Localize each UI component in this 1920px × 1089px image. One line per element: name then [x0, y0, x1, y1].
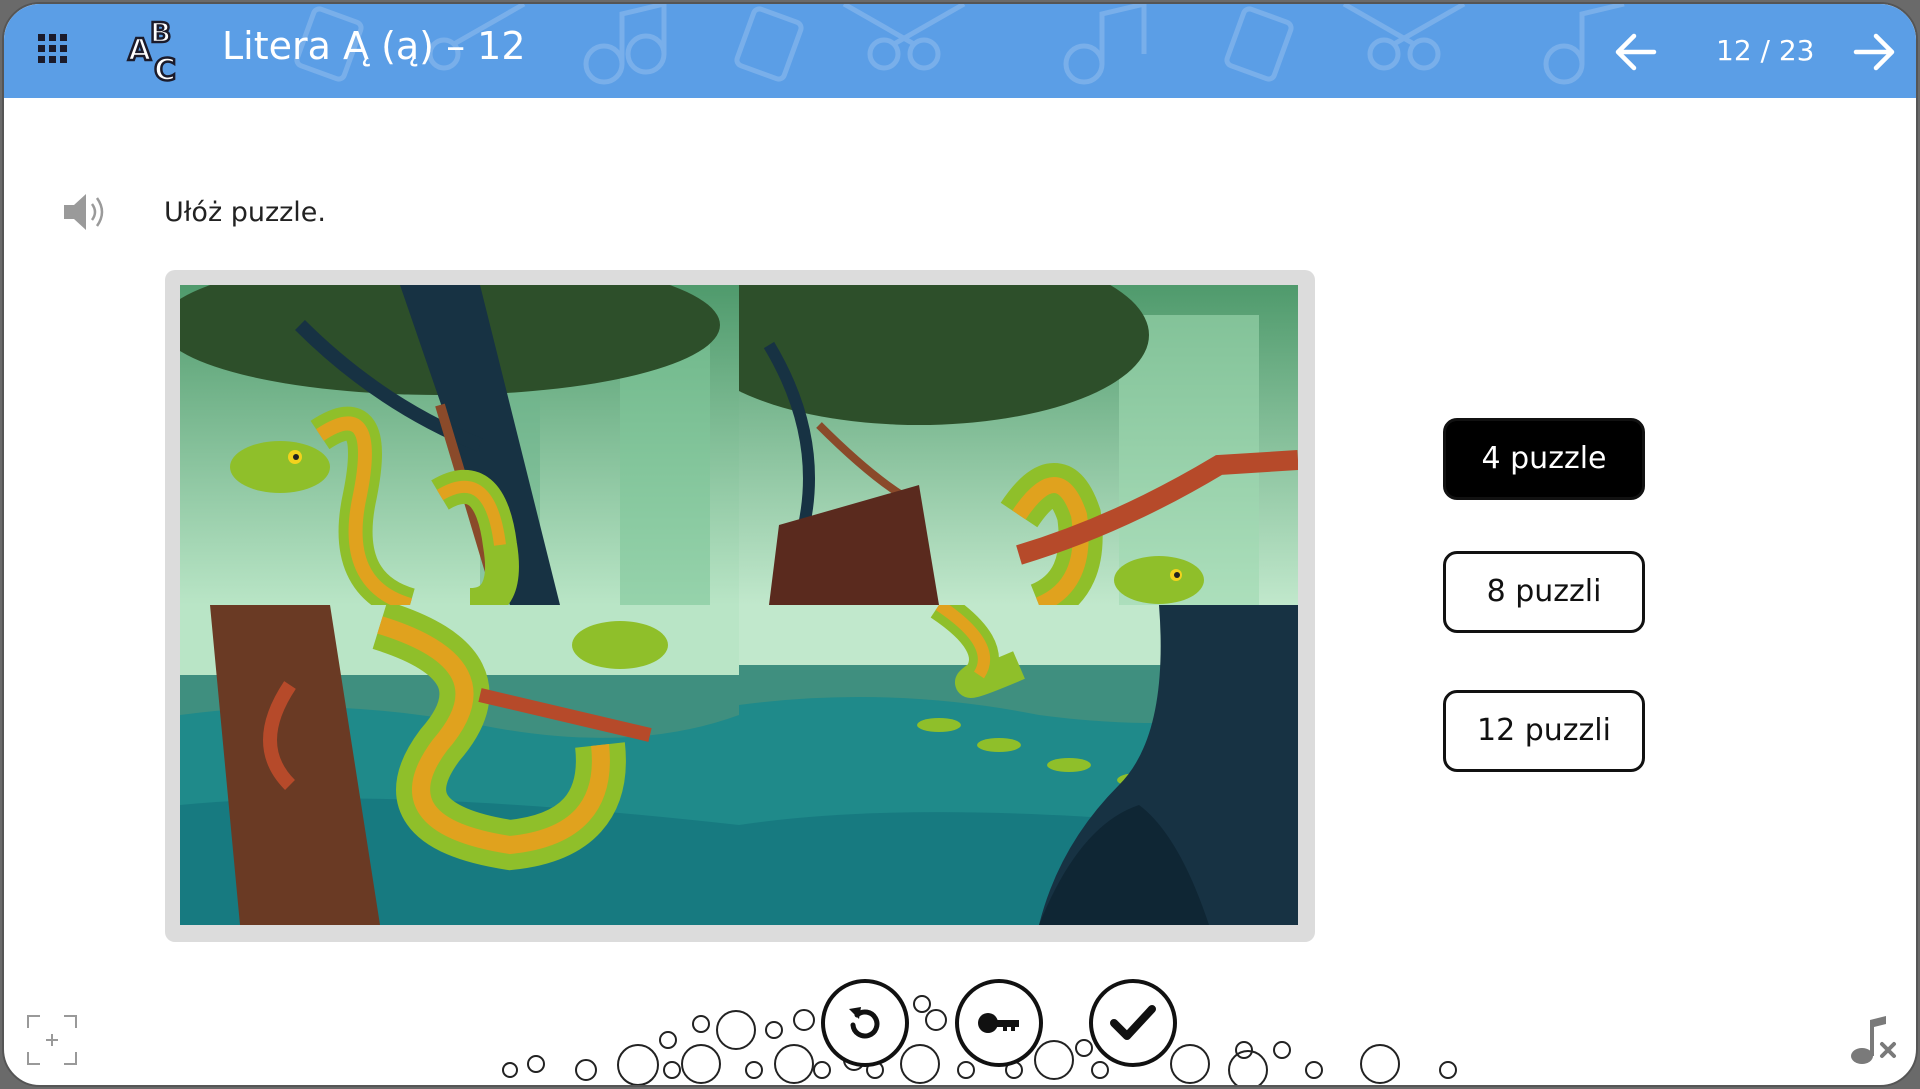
speaker-icon[interactable]	[62, 190, 108, 234]
puzzle-piece-top-left[interactable]	[180, 285, 739, 605]
page-title: Litera Ą (ą) – 12	[222, 24, 526, 68]
svg-text:B: B	[150, 16, 171, 49]
puzzle-piece-top-right[interactable]	[739, 285, 1298, 605]
svg-text:C: C	[154, 53, 176, 88]
fullscreen-icon[interactable]	[26, 1014, 78, 1066]
check-button[interactable]	[1089, 979, 1177, 1067]
music-off-icon[interactable]	[1846, 1014, 1900, 1068]
option-12-puzzli-button[interactable]: 12 puzzli	[1443, 690, 1645, 772]
key-icon	[978, 1013, 1019, 1033]
option-4-puzzle-button[interactable]: 4 puzzle	[1443, 418, 1645, 500]
reset-icon	[849, 1007, 880, 1039]
puzzle-board	[165, 270, 1315, 942]
arrow-left-icon[interactable]	[1614, 30, 1658, 74]
grid-menu-icon[interactable]	[38, 34, 68, 64]
app-frame: A B C Litera Ą (ą) – 12 12 / 23 Ułóż puz…	[2, 2, 1918, 1087]
instruction-text: Ułóż puzzle.	[164, 197, 326, 228]
show-answers-button[interactable]	[955, 979, 1043, 1067]
puzzle-image	[180, 285, 1298, 925]
puzzle-piece-bottom-right[interactable]	[739, 605, 1298, 925]
page-indicator: 12 / 23	[1716, 34, 1815, 67]
check-icon	[1110, 1005, 1156, 1040]
option-8-puzzli-button[interactable]: 8 puzzli	[1443, 551, 1645, 633]
arrow-right-icon[interactable]	[1852, 30, 1896, 74]
header-bar: A B C Litera Ą (ą) – 12 12 / 23	[4, 4, 1916, 98]
svg-text:A: A	[128, 33, 152, 68]
reset-button[interactable]	[821, 979, 909, 1067]
puzzle-piece-bottom-left[interactable]	[180, 605, 739, 925]
abc-letters-icon: A B C	[127, 16, 178, 88]
